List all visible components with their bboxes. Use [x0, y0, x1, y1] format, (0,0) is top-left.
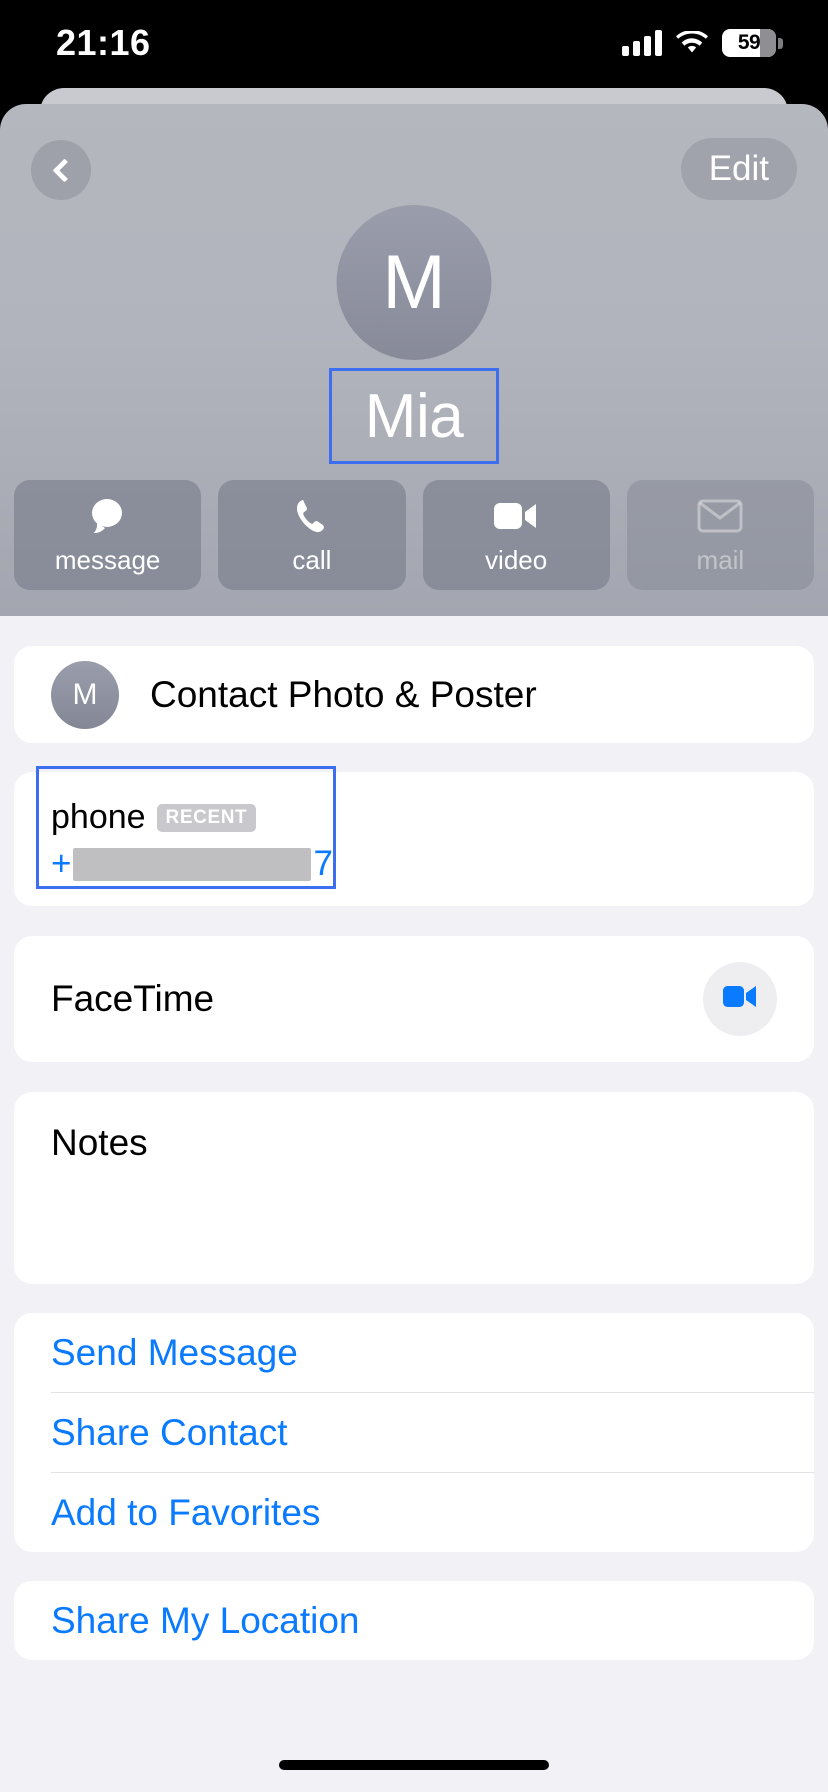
mail-action-label: mail	[696, 544, 745, 575]
contact-details-list[interactable]: M Contact Photo & Poster phone RECENT + …	[0, 616, 828, 1792]
facetime-video-button[interactable]	[703, 962, 777, 1036]
contact-photo-poster-row[interactable]: M Contact Photo & Poster	[14, 646, 814, 743]
phone-label: phone	[51, 798, 146, 836]
phone-number[interactable]: + 7	[51, 844, 777, 884]
facetime-row[interactable]: FaceTime	[14, 936, 814, 1062]
status-bar: 21:16 59	[0, 0, 828, 86]
cellular-bars-icon	[622, 30, 662, 56]
share-location-card: Share My Location	[14, 1581, 814, 1660]
call-action-button[interactable]: call	[218, 480, 406, 590]
wifi-icon	[676, 30, 708, 55]
back-button[interactable]	[31, 140, 91, 200]
phone-number-suffix: 7	[313, 844, 333, 883]
phone-label-line: phone RECENT	[51, 798, 777, 837]
contact-actions-card: Send Message Share Contact Add to Favori…	[14, 1313, 814, 1552]
phone-row[interactable]: phone RECENT + 7	[14, 772, 814, 906]
edit-button[interactable]: Edit	[680, 138, 797, 200]
share-contact-button[interactable]: Share Contact	[14, 1393, 814, 1472]
status-indicators: 59	[622, 29, 783, 57]
video-camera-icon	[722, 984, 758, 1015]
avatar-initial: M	[382, 240, 446, 325]
message-action-button[interactable]: message	[14, 480, 202, 590]
message-action-label: message	[54, 544, 161, 575]
contact-photo-poster-label: Contact Photo & Poster	[150, 673, 537, 715]
share-my-location-button[interactable]: Share My Location	[14, 1581, 814, 1660]
avatar-initial: M	[72, 677, 98, 711]
phone-number-prefix: +	[51, 844, 72, 883]
avatar: M	[51, 660, 119, 729]
mail-action-button: mail	[626, 480, 814, 590]
send-message-button[interactable]: Send Message	[14, 1313, 814, 1392]
envelope-icon	[697, 495, 743, 537]
facetime-label: FaceTime	[51, 978, 215, 1019]
contact-name: Mia	[364, 381, 464, 451]
home-indicator	[279, 1760, 549, 1770]
contact-name-selection[interactable]: Mia	[329, 368, 499, 464]
video-action-button[interactable]: video	[422, 480, 610, 590]
notes-label: Notes	[51, 1122, 148, 1163]
video-camera-icon	[492, 495, 540, 537]
contact-poster-header: Edit M Mia message call video mail	[0, 104, 828, 616]
chevron-left-icon	[51, 157, 77, 183]
phone-icon	[292, 495, 332, 537]
message-bubble-icon	[86, 495, 130, 537]
iphone-screen: 21:16 59 Edit M Mia message call video m…	[0, 0, 828, 1792]
battery-percent: 59	[737, 31, 761, 54]
facetime-card[interactable]: FaceTime	[14, 936, 814, 1062]
edit-button-label: Edit	[708, 149, 769, 188]
contact-photo-poster-card[interactable]: M Contact Photo & Poster	[14, 646, 814, 743]
video-action-label: video	[485, 544, 548, 575]
phone-card[interactable]: phone RECENT + 7	[14, 766, 814, 906]
quick-actions-row: message call video mail	[14, 480, 814, 590]
contact-avatar[interactable]: M	[336, 205, 492, 360]
call-action-label: call	[292, 544, 332, 575]
recent-badge: RECENT	[156, 803, 257, 832]
redacted-number	[73, 847, 312, 881]
status-time: 21:16	[56, 22, 151, 63]
add-to-favorites-button[interactable]: Add to Favorites	[14, 1473, 814, 1552]
notes-card[interactable]: Notes	[14, 1092, 814, 1284]
battery-icon: 59	[722, 29, 783, 57]
